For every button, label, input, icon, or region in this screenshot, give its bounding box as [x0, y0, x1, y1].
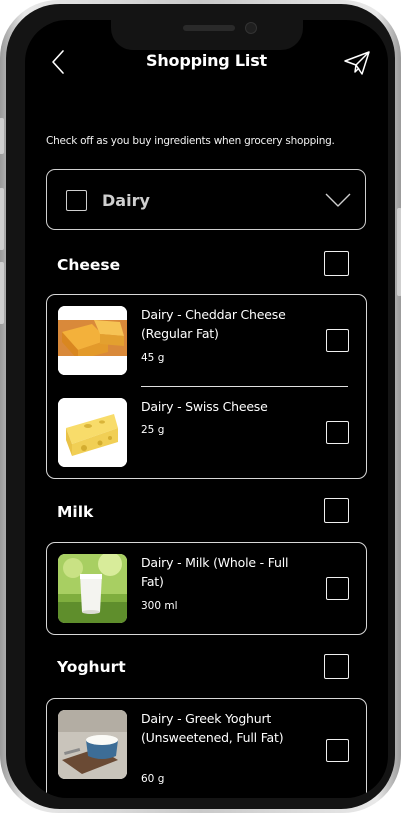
milk-glass-image — [58, 554, 127, 623]
item-name: Dairy - Greek Yoghurt (Unsweetened, Full… — [141, 711, 284, 745]
front-camera — [245, 22, 257, 34]
item-quantity: 25 g — [141, 424, 165, 436]
milk-items-card: Dairy - Milk (Whole - Full Fat) 300 ml — [46, 542, 367, 635]
share-button[interactable] — [343, 50, 371, 76]
instructions-text: Check off as you buy ingredients when gr… — [46, 135, 335, 147]
section-checkbox-cheese[interactable] — [324, 251, 349, 276]
section-checkbox-milk[interactable] — [324, 498, 349, 523]
list-item: Dairy - Milk (Whole - Full Fat) 300 ml — [47, 543, 366, 636]
section-title-yoghurt: Yoghurt — [57, 658, 126, 676]
yoghurt-items-card: Dairy - Greek Yoghurt (Unsweetened, Full… — [46, 698, 367, 798]
category-label: Dairy — [102, 191, 150, 210]
phone-bezel: Shopping List Check off as you buy ingre… — [6, 4, 395, 809]
list-item: Dairy - Swiss Cheese 25 g — [47, 387, 366, 479]
category-checkbox[interactable] — [66, 190, 87, 211]
section-title-milk: Milk — [57, 503, 94, 521]
list-item: Dairy - Cheddar Cheese (Regular Fat) 45 … — [47, 295, 366, 387]
cheese-items-card: Dairy - Cheddar Cheese (Regular Fat) 45 … — [46, 294, 367, 479]
category-dropdown[interactable]: Dairy — [46, 169, 366, 230]
mute-switch — [0, 118, 4, 154]
item-checkbox[interactable] — [326, 739, 349, 762]
item-checkbox[interactable] — [326, 421, 349, 444]
volume-up-button — [0, 188, 4, 250]
yoghurt-bowl-image — [58, 710, 127, 779]
item-name: Dairy - Cheddar Cheese (Regular Fat) — [141, 307, 286, 341]
item-quantity: 300 ml — [141, 600, 178, 612]
app-screen: Shopping List Check off as you buy ingre… — [25, 20, 388, 798]
chevron-down-icon[interactable] — [325, 192, 351, 208]
item-checkbox[interactable] — [326, 329, 349, 352]
phone-frame: Shopping List Check off as you buy ingre… — [0, 0, 401, 813]
list-item: Dairy - Greek Yoghurt (Unsweetened, Full… — [47, 699, 366, 798]
cheddar-cheese-image — [58, 306, 127, 375]
notch — [111, 20, 303, 50]
page-title: Shopping List — [146, 51, 267, 70]
speaker-grille — [183, 25, 235, 31]
section-checkbox-yoghurt[interactable] — [324, 654, 349, 679]
swiss-cheese-image — [58, 398, 127, 467]
section-title-cheese: Cheese — [57, 256, 121, 274]
paper-plane-icon — [344, 51, 370, 75]
volume-down-button — [0, 262, 4, 324]
item-quantity: 60 g — [141, 773, 165, 785]
item-name: Dairy - Swiss Cheese — [141, 399, 268, 414]
item-quantity: 45 g — [141, 352, 165, 364]
power-button — [397, 208, 401, 296]
item-checkbox[interactable] — [326, 577, 349, 600]
item-name: Dairy - Milk (Whole - Full Fat) — [141, 555, 289, 589]
